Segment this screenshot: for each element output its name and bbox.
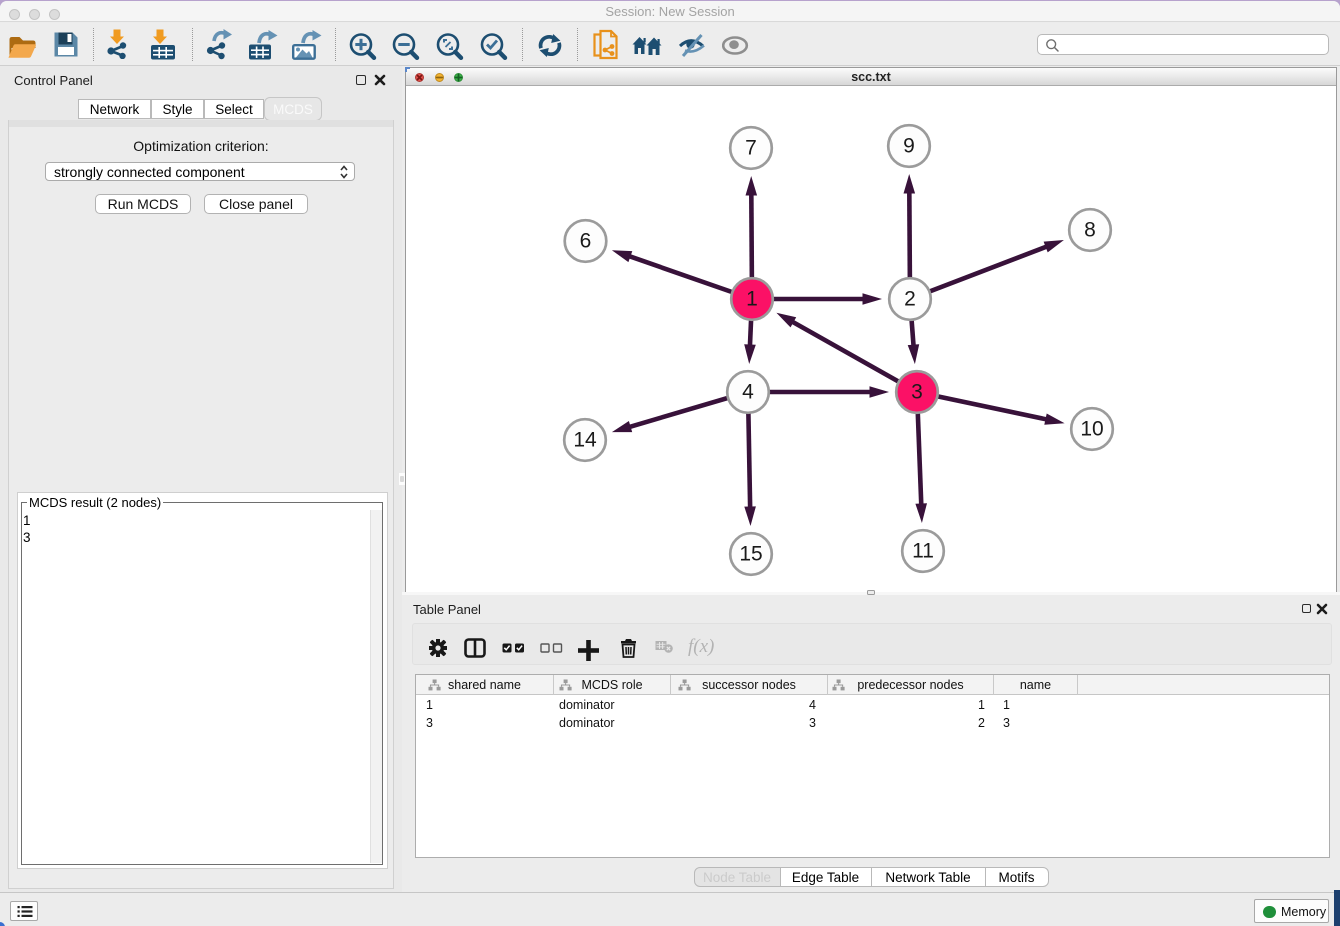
svg-text:10: 10 [1080,418,1103,441]
svg-text:4: 4 [742,381,754,404]
svg-text:11: 11 [912,540,934,563]
svg-text:8: 8 [1084,219,1096,242]
svg-text:9: 9 [903,135,915,158]
svg-text:15: 15 [739,543,762,566]
svg-text:3: 3 [911,381,923,404]
svg-text:2: 2 [904,288,916,311]
svg-text:14: 14 [573,429,597,452]
svg-text:7: 7 [745,137,757,160]
svg-text:1: 1 [746,288,758,311]
svg-text:6: 6 [580,230,592,253]
